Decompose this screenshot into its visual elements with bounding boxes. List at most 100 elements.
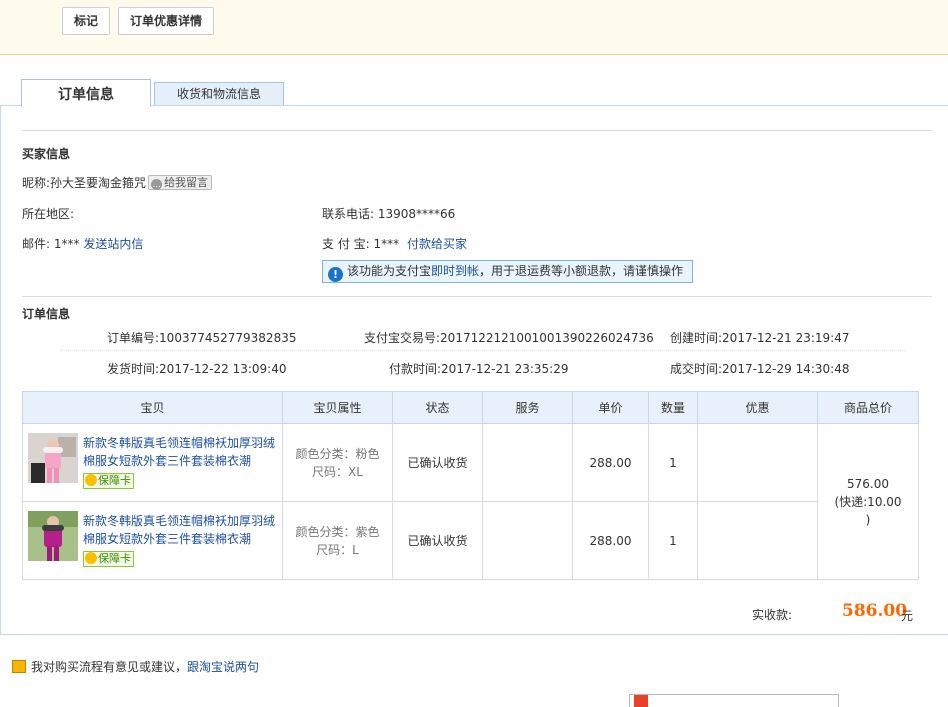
quantity-cell: 1 (648, 501, 698, 580)
send-site-message-link[interactable]: 发送站内信 (83, 237, 143, 251)
instant-transfer-link[interactable]: 即时到帐 (431, 264, 479, 278)
discount-cell (697, 423, 818, 502)
table-header-row: 宝贝 宝贝属性 状态 服务 单价 数量 优惠 商品总价 (22, 391, 919, 424)
email-label: 邮件: (22, 237, 51, 251)
email-value: 1*** (53, 237, 80, 251)
attr-color: 颜色分类：紫色 (295, 524, 380, 539)
attribute-cell: 颜色分类：紫色 尺码：L (282, 501, 393, 580)
order-number: 订单编号:100377452779382835 (107, 329, 296, 346)
notice-suffix: ，用于退运费等小额退款，请谨慎操作 (479, 264, 684, 278)
product-title-link[interactable]: 新款冬韩版真毛领连帽棉袄加厚羽绒棉服女短款外套三件套装棉衣潮 (83, 434, 283, 470)
phone-label: 联系电话: (322, 207, 375, 221)
pay-buyer-link[interactable]: 付款给买家 (407, 237, 467, 251)
ime-toolbar[interactable] (629, 694, 839, 707)
quantity-cell: 1 (648, 423, 698, 502)
divider (22, 130, 932, 131)
divider (60, 350, 905, 351)
received-label: 实收款: (752, 608, 793, 622)
total-price: 576.00 (847, 476, 889, 491)
column-header: 数量 (648, 391, 698, 424)
guarantee-label: 保障卡 (98, 552, 131, 565)
feedback-icon (12, 660, 26, 673)
attr-color: 颜色分类：粉色 (295, 446, 380, 461)
completed-time-label: 成交时间: (670, 362, 723, 376)
alipay-transaction-label: 支付宝交易号: (364, 331, 441, 345)
created-time: 创建时间:2017-12-21 23:19:47 (670, 329, 850, 346)
product-thumbnail[interactable] (28, 433, 78, 483)
order-discount-details-button[interactable]: 订单优惠详情 (118, 7, 215, 35)
column-header: 单价 (572, 391, 649, 424)
table-row: 新款冬韩版真毛领连帽棉袄加厚羽绒棉服女短款外套三件套装棉衣潮 保障卡 颜色分类：… (22, 501, 919, 580)
alipay-transaction-value: 2017122121001001390226024736 (440, 331, 654, 345)
created-time-label: 创建时间: (670, 331, 723, 345)
feedback-text: 我对购买流程有意见或建议， (31, 660, 188, 674)
shipping-fee-close: ) (865, 512, 871, 527)
guarantee-card-badge[interactable]: 保障卡 (83, 551, 134, 567)
feedback-link[interactable]: 跟淘宝说两句 (187, 660, 259, 674)
column-header: 状态 (392, 391, 483, 424)
nickname-label: 昵称: (22, 176, 51, 190)
nickname-value: 孙大圣要淘金箍咒 (50, 176, 147, 190)
completed-time: 成交时间:2017-12-29 14:30:48 (670, 360, 850, 377)
region-label: 所在地区: (22, 207, 75, 221)
phone-value: 13908****66 (377, 207, 456, 221)
ime-logo-icon (634, 695, 648, 707)
unit-price-cell: 288.00 (572, 501, 649, 580)
instant-transfer-notice: ! 该功能为支付宝即时到帐，用于退运费等小额退款，请谨慎操作 (322, 260, 693, 283)
shipped-time: 发货时间:2017-12-22 13:09:40 (107, 360, 287, 377)
tab-order-info[interactable]: 订单信息 (21, 79, 151, 107)
order-items-table: 宝贝 宝贝属性 状态 服务 单价 数量 优惠 商品总价 新款冬韩版真毛领连帽棉袄… (22, 391, 919, 580)
column-header: 宝贝 (22, 391, 283, 424)
shipped-time-label: 发货时间: (107, 362, 160, 376)
alipay-transaction: 支付宝交易号:2017122121001001390226024736 (364, 329, 654, 346)
currency-unit: 元 (901, 609, 914, 623)
column-header: 宝贝属性 (282, 391, 393, 424)
created-time-value: 2017-12-21 23:19:47 (722, 331, 850, 345)
email-row: 邮件: 1*** 发送站内信 (22, 235, 143, 252)
product-cell: 新款冬韩版真毛领连帽棉袄加厚羽绒棉服女短款外套三件套装棉衣潮 保障卡 (22, 423, 283, 502)
table-row: 新款冬韩版真毛领连帽棉袄加厚羽绒棉服女短款外套三件套装棉衣潮 保障卡 颜色分类：… (22, 423, 919, 580)
feedback-row: 我对购买流程有意见或建议，跟淘宝说两句 (0, 655, 259, 679)
guarantee-label: 保障卡 (98, 474, 131, 487)
completed-time-value: 2017-12-29 14:30:48 (722, 362, 850, 376)
product-cell: 新款冬韩版真毛领连帽棉袄加厚羽绒棉服女短款外套三件套装棉衣潮 保障卡 (22, 501, 283, 580)
paid-time: 付款时间:2017-12-21 23:35:29 (389, 360, 569, 377)
guarantee-icon (85, 552, 97, 564)
guarantee-card-badge[interactable]: 保障卡 (83, 473, 134, 489)
mark-button[interactable]: 标记 (62, 7, 111, 35)
alipay-value: 1*** (373, 237, 400, 251)
alipay-row: 支 付 宝: 1*** 付款给买家 (322, 235, 467, 252)
discount-cell (697, 501, 818, 580)
total-price-cell: 576.00 (快递:10.00 ) (817, 423, 919, 580)
leave-message-button[interactable]: … 给我留言 (148, 175, 213, 190)
paid-time-label: 付款时间: (389, 362, 442, 376)
tab-shipping-logistics[interactable]: 收货和物流信息 (154, 82, 284, 105)
attr-size: 尺码：L (316, 542, 359, 557)
guarantee-icon (85, 474, 97, 486)
column-header: 服务 (482, 391, 573, 424)
paid-time-value: 2017-12-21 23:35:29 (441, 362, 569, 376)
received-amount: 586.00 (842, 601, 908, 621)
status-cell: 已确认收货 (392, 501, 483, 580)
status-cell: 已确认收货 (392, 423, 483, 502)
product-title-link[interactable]: 新款冬韩版真毛领连帽棉袄加厚羽绒棉服女短款外套三件套装棉衣潮 (83, 512, 283, 548)
message-icon: … (151, 179, 163, 190)
notice-prefix: 该功能为支付宝 (347, 264, 432, 278)
top-toolbar: 标记 订单优惠详情 (0, 0, 948, 55)
shipping-fee: (快递:10.00 (834, 494, 902, 509)
service-cell (482, 501, 573, 580)
phone-row: 联系电话: 13908****66 (322, 205, 455, 222)
column-header: 优惠 (697, 391, 818, 424)
alipay-label: 支 付 宝: (322, 237, 370, 251)
product-thumbnail[interactable] (28, 511, 78, 561)
buyer-info-heading: 买家信息 (22, 147, 71, 161)
attr-size: 尺码：XL (312, 464, 363, 479)
attribute-cell: 颜色分类：粉色 尺码：XL (282, 423, 393, 502)
service-cell (482, 423, 573, 502)
order-info-heading: 订单信息 (22, 307, 71, 321)
info-icon: ! (328, 267, 343, 282)
shipped-time-value: 2017-12-22 13:09:40 (159, 362, 287, 376)
unit-price-cell: 288.00 (572, 423, 649, 502)
buyer-nickname-row: 昵称:孙大圣要淘金箍咒… 给我留言 (22, 174, 213, 191)
order-number-value: 100377452779382835 (159, 331, 297, 345)
